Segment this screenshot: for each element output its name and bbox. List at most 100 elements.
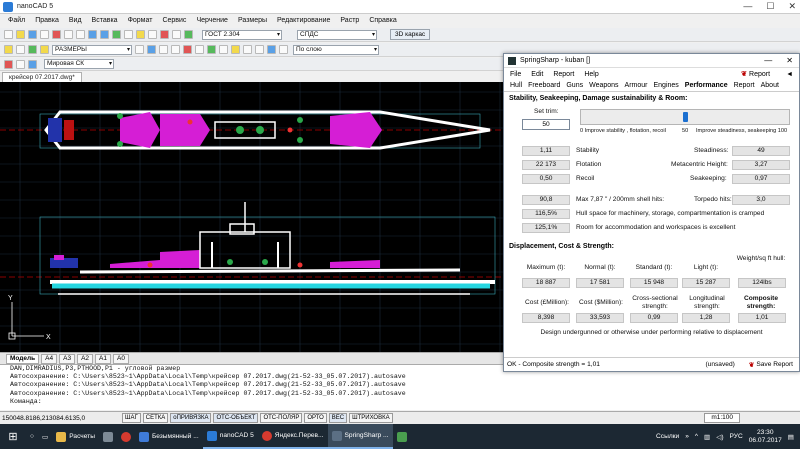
volume-icon[interactable]: ◁) [716,433,723,441]
notifications-icon[interactable]: ▤ [788,433,794,441]
ucs-origin-icon[interactable] [28,59,37,69]
clock[interactable]: 23:30 06.07.2017 [749,429,782,445]
search-icon[interactable]: ○ [26,424,38,449]
taskbar-item[interactable]: Безымянный ... [135,424,203,449]
layers-icon[interactable] [148,30,157,39]
measure-icon[interactable] [172,30,181,39]
language-indicator[interactable]: РУС [730,433,743,440]
taskbar-item[interactable] [393,424,411,449]
report-button[interactable]: ❦ Report [741,70,770,79]
redo-icon[interactable] [100,30,109,39]
taskbar-item[interactable] [117,424,135,449]
color-swatch-icon[interactable] [159,45,168,54]
tab-a1[interactable]: A1 [95,353,111,364]
layer-state-icon[interactable] [16,45,25,54]
tab-freeboard[interactable]: Freeboard [528,82,560,89]
close-icon[interactable]: ✕ [786,56,793,65]
tab-a3[interactable]: A3 [59,353,76,364]
menu-raster[interactable]: Растр [340,17,359,24]
tray-up-icon[interactable]: ^ [695,433,698,440]
linetype-combo[interactable]: По слою [293,44,379,55]
menu-service[interactable]: Сервис [162,17,186,24]
hatch-toggle[interactable]: ШТРИХОВКА [349,413,393,423]
match-properties-icon[interactable] [160,30,169,39]
save-icon[interactable] [28,30,37,39]
ss-menu-help[interactable]: Help [584,71,598,78]
document-tab[interactable]: крейсер 07.2017.dwg* [2,72,82,82]
taskbar-item[interactable]: Расчеты [52,424,99,449]
layer-freeze-icon[interactable] [40,45,49,54]
tab-weapons[interactable]: Weapons [589,82,618,89]
annotation-scale[interactable]: m1:100 [704,413,740,423]
layer-lock-icon[interactable] [195,45,204,54]
tab-engines[interactable]: Engines [654,82,679,89]
ss-menu-report[interactable]: Report [553,71,574,78]
new-file-icon[interactable] [4,30,13,39]
menu-help[interactable]: Справка [369,17,396,24]
layer-walk-icon[interactable] [207,45,216,54]
tab-about[interactable]: About [761,82,779,89]
paste-icon[interactable] [76,30,85,39]
properties-icon[interactable] [136,30,145,39]
tab-a2[interactable]: A2 [77,353,94,364]
menu-format[interactable]: Формат [128,17,153,24]
ss-menu-edit[interactable]: Edit [531,71,543,78]
minimize-icon[interactable]: — [743,1,752,12]
osnap-toggle[interactable]: оПРИВЯЗКА [170,413,212,423]
cut-icon[interactable] [52,30,61,39]
taskbar-item[interactable]: SpringSharp ... [327,424,393,449]
layer-merge-icon[interactable] [219,45,228,54]
layer-match-icon[interactable] [243,45,252,54]
layer-combo[interactable]: РАЗМЕРЫ [52,44,132,55]
snap-toggle[interactable]: ШАГ [122,413,141,423]
undo-icon[interactable] [88,30,97,39]
make-current-icon[interactable] [147,45,156,54]
menu-file[interactable]: Файл [8,17,25,24]
back-arrow-icon[interactable]: ◄ [786,71,793,78]
ss-menu-file[interactable]: File [510,71,521,78]
layer-manager-icon[interactable] [4,45,13,54]
tab-model[interactable]: Модель [6,353,40,364]
tab-a4[interactable]: A4 [41,353,58,364]
links-toolbar[interactable]: Ссылки [656,433,679,440]
taskbar-item[interactable]: nanoCAD 5 [202,424,258,449]
text-style-combo[interactable]: ГОСТ 2.304 [202,29,282,40]
save-report-button[interactable]: ❦ Save Report [749,361,793,369]
maximize-icon[interactable]: ☐ [766,1,774,12]
menu-view[interactable]: Вид [69,17,82,24]
layer-on-icon[interactable] [28,45,37,54]
ucs-world-icon[interactable] [16,59,25,69]
ucs-icon[interactable] [4,59,13,69]
layer-previous-icon[interactable] [135,45,144,54]
menu-insert[interactable]: Вставка [92,17,118,24]
layer-translate-icon[interactable] [267,45,276,54]
calculator-icon[interactable] [184,30,193,39]
taskbar-item[interactable]: Яндекс.Перев... [257,424,328,449]
ucs-combo[interactable]: Мировая СК [44,59,114,69]
menu-dimensions[interactable]: Размеры [238,17,267,24]
tab-hull[interactable]: Hull [510,82,522,89]
set-trim-input[interactable]: 50 [522,119,570,130]
polar-toggle[interactable]: ОТС-ПОЛЯР [260,413,303,423]
windows-start-icon[interactable]: ⊞ [0,424,26,449]
tab-report[interactable]: Report [734,82,755,89]
tray-chevron-icon[interactable]: » [685,433,689,440]
dim-style-combo[interactable]: СПДС [297,29,377,40]
layer-isolate-icon[interactable] [171,45,180,54]
lineweight-toggle[interactable]: ВЕС [328,413,348,423]
layer-change-icon[interactable] [255,45,264,54]
pan-icon[interactable] [112,30,121,39]
menu-edit[interactable]: Правка [35,17,59,24]
drawing-canvas[interactable]: Y X [0,82,503,352]
menu-modify[interactable]: Редактирование [277,17,330,24]
layer-filter-icon[interactable] [279,45,288,54]
open-folder-icon[interactable] [16,30,25,39]
tab-guns[interactable]: Guns [566,82,583,89]
zoom-icon[interactable] [124,30,133,39]
tab-armour[interactable]: Armour [625,82,648,89]
tab-performance[interactable]: Performance [685,82,728,89]
tab-a0[interactable]: A0 [112,353,129,364]
ortho-toggle[interactable]: ОРТО [304,413,327,423]
taskbar-item[interactable] [99,424,117,449]
visual-style-button[interactable]: 3D каркас [390,29,431,40]
